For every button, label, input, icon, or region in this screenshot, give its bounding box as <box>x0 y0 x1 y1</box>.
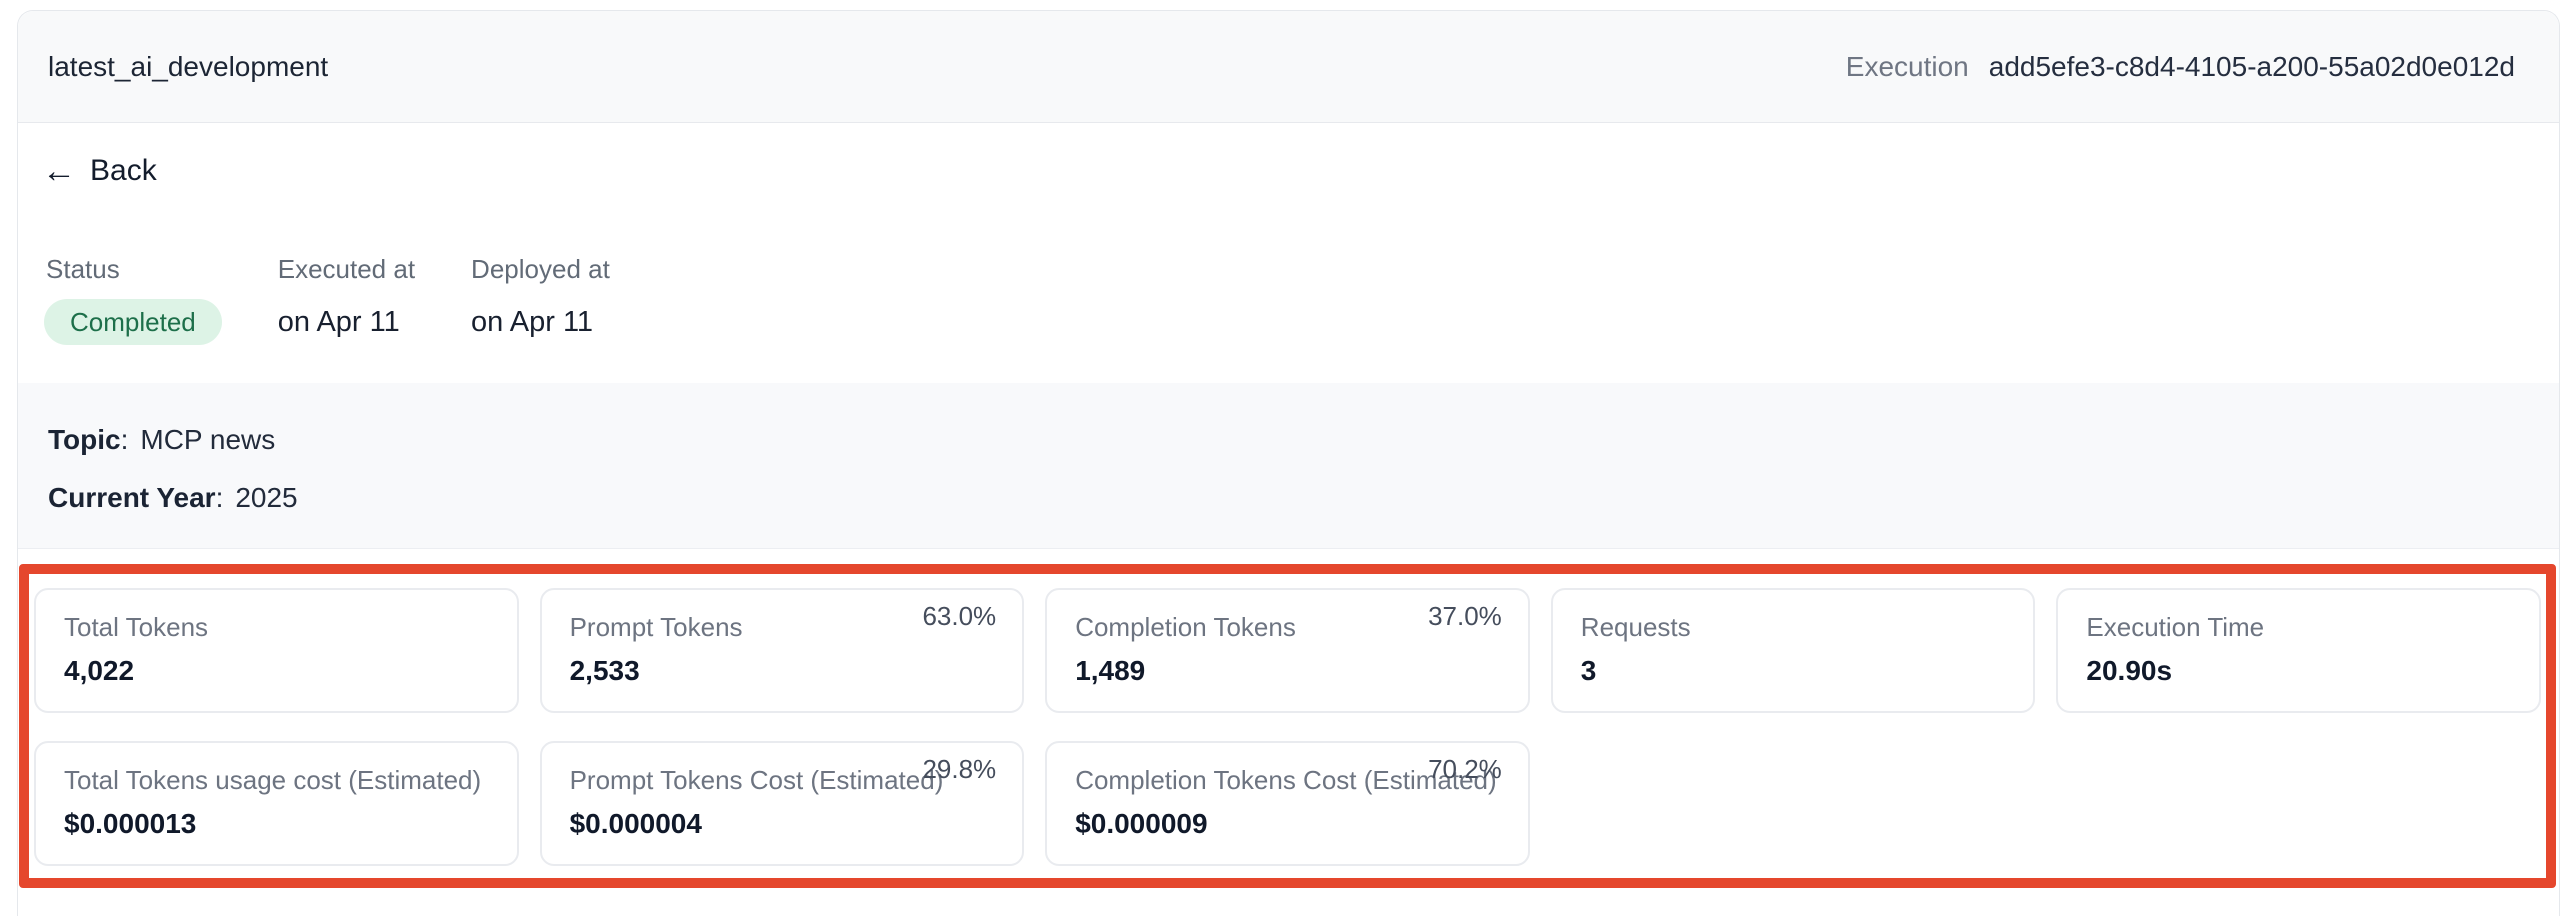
metric-card: Requests 3 <box>1551 588 2036 713</box>
status-label: Status <box>46 253 222 285</box>
execution-id-group: Execution add5efe3-c8d4-4105-a200-55a02d… <box>1846 51 2515 83</box>
metric-card: Execution Time 20.90s <box>2056 588 2541 713</box>
back-label: Back <box>90 153 157 189</box>
metric-card: Prompt Tokens2,53363.0% <box>540 588 1025 713</box>
metric-value: $0.000013 <box>64 807 489 841</box>
deployed-at-value: on Apr 11 <box>471 299 610 345</box>
metric-label: Total Tokens <box>64 612 489 643</box>
input-row-topic: Topic:MCP news <box>48 423 2529 457</box>
crew-name-title: latest_ai_development <box>48 51 328 83</box>
topic-value: MCP news <box>140 424 275 455</box>
content-area: ← Back Status Completed Executed at on A… <box>18 123 2559 345</box>
metric-cards-grid: Total Tokens4,022Prompt Tokens2,53363.0%… <box>34 588 2541 866</box>
metric-value: 4,022 <box>64 654 489 688</box>
executed-at-column: Executed at on Apr 11 <box>278 253 415 345</box>
metric-value: 3 <box>1581 654 2006 688</box>
metric-value: $0.000004 <box>570 807 995 841</box>
metric-percent: 37.0% <box>1428 600 1502 632</box>
topic-label: Topic <box>48 424 121 455</box>
metric-percent: 63.0% <box>922 600 996 632</box>
metric-card: Completion Tokens1,48937.0% <box>1045 588 1530 713</box>
back-button[interactable]: ← Back <box>42 153 157 189</box>
metric-value: 2,533 <box>570 654 995 688</box>
status-badge: Completed <box>44 299 222 345</box>
execution-detail-panel: latest_ai_development Execution add5efe3… <box>17 10 2560 916</box>
metric-card: Completion Tokens Cost (Estimated)$0.000… <box>1045 741 1530 866</box>
status-row: Status Completed Executed at on Apr 11 D… <box>46 253 2519 345</box>
metric-value: $0.000009 <box>1075 807 1500 841</box>
deployed-at-label: Deployed at <box>471 253 610 285</box>
metric-percent: 29.8% <box>922 753 996 785</box>
panel-header: latest_ai_development Execution add5efe3… <box>18 11 2559 123</box>
status-column: Status Completed <box>46 253 222 345</box>
metrics-section: Total Tokens4,022Prompt Tokens2,53363.0%… <box>18 549 2559 888</box>
current-year-label: Current Year <box>48 482 216 513</box>
metric-label: Requests <box>1581 612 2006 643</box>
deployed-at-column: Deployed at on Apr 11 <box>471 253 610 345</box>
metric-label: Execution Time <box>2086 612 2511 643</box>
execution-id-value: add5efe3-c8d4-4105-a200-55a02d0e012d <box>1989 51 2515 83</box>
input-row-current-year: Current Year:2025 <box>48 481 2529 515</box>
metric-value: 20.90s <box>2086 654 2511 688</box>
metric-card: Prompt Tokens Cost (Estimated)$0.0000042… <box>540 741 1025 866</box>
metric-card: Total Tokens 4,022 <box>34 588 519 713</box>
back-arrow-icon: ← <box>42 153 76 189</box>
executed-at-value: on Apr 11 <box>278 299 415 345</box>
metric-percent: 70.2% <box>1428 753 1502 785</box>
inputs-section: Topic:MCP news Current Year:2025 <box>18 383 2559 549</box>
executed-at-label: Executed at <box>278 253 415 285</box>
current-year-value: 2025 <box>235 482 297 513</box>
red-highlight-rectangle: Total Tokens4,022Prompt Tokens2,53363.0%… <box>19 564 2556 888</box>
execution-label: Execution <box>1846 51 1969 83</box>
metric-label: Total Tokens usage cost (Estimated) <box>64 765 489 796</box>
metric-card: Total Tokens usage cost (Estimated) $0.00… <box>34 741 519 866</box>
metric-value: 1,489 <box>1075 654 1500 688</box>
